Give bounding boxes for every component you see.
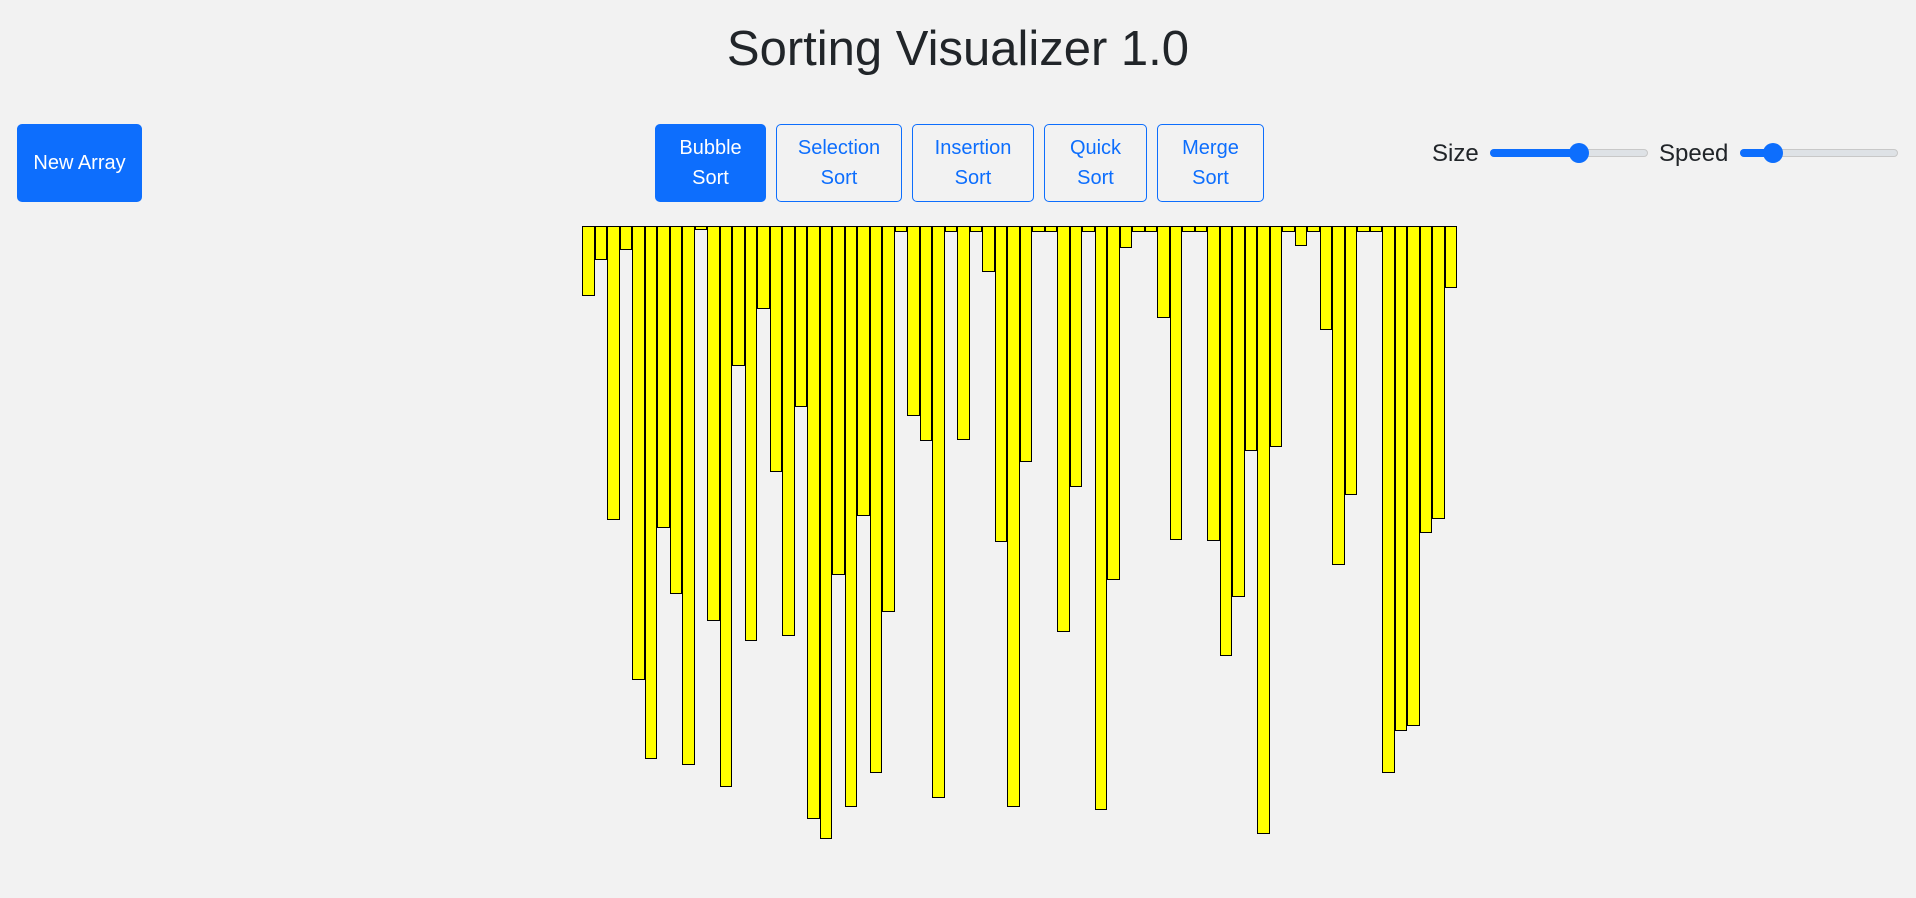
array-bar bbox=[844, 226, 857, 807]
bubble-sort-label-line1: Bubble bbox=[679, 137, 742, 159]
array-bar bbox=[582, 226, 595, 296]
array-bar bbox=[1057, 226, 1070, 632]
array-bar bbox=[869, 226, 882, 773]
size-slider-thumb[interactable] bbox=[1568, 143, 1589, 163]
array-bar bbox=[1294, 226, 1307, 246]
array-bar bbox=[594, 226, 607, 260]
speed-slider-thumb[interactable] bbox=[1763, 143, 1784, 163]
quick-sort-button[interactable]: Quick Sort bbox=[1044, 124, 1147, 202]
insertion-sort-label-line1: Insertion bbox=[934, 137, 1012, 159]
merge-sort-label-line1: Merge bbox=[1182, 137, 1239, 159]
array-bar bbox=[944, 226, 957, 232]
array-bar bbox=[882, 226, 895, 612]
array-bar bbox=[1107, 226, 1120, 580]
page-title: Sorting Visualizer 1.0 bbox=[726, 22, 1190, 76]
bubble-sort-label-line2: Sort bbox=[692, 167, 729, 189]
array-bar bbox=[607, 226, 620, 520]
array-bar bbox=[1319, 226, 1332, 330]
speed-slider[interactable] bbox=[1740, 143, 1898, 163]
array-bars-container bbox=[582, 226, 1457, 842]
array-bar bbox=[1094, 226, 1107, 810]
array-bar bbox=[632, 226, 645, 680]
array-bar bbox=[1007, 226, 1020, 807]
selection-sort-label-line2: Sort bbox=[820, 167, 858, 189]
array-bar bbox=[932, 226, 945, 798]
array-bar bbox=[719, 226, 732, 787]
speed-label: Speed bbox=[1659, 140, 1729, 167]
array-bar bbox=[1244, 226, 1257, 451]
array-bar bbox=[1307, 226, 1320, 232]
selection-sort-button[interactable]: Selection Sort bbox=[776, 124, 902, 202]
array-bar bbox=[1257, 226, 1270, 834]
quick-sort-label-line1: Quick bbox=[1069, 137, 1122, 159]
array-bar bbox=[832, 226, 845, 575]
array-bar bbox=[1182, 226, 1195, 232]
size-slider[interactable] bbox=[1490, 143, 1648, 163]
array-bar bbox=[1069, 226, 1082, 487]
array-bar bbox=[1019, 226, 1032, 462]
quick-sort-label-line2: Sort bbox=[1077, 167, 1114, 189]
bubble-sort-button[interactable]: Bubble Sort bbox=[655, 124, 766, 202]
merge-sort-button[interactable]: Merge Sort bbox=[1157, 124, 1264, 202]
array-bar bbox=[982, 226, 995, 272]
array-bar bbox=[807, 226, 820, 819]
array-bar bbox=[657, 226, 670, 528]
new-array-button[interactable]: New Array bbox=[17, 124, 142, 202]
array-bar bbox=[782, 226, 795, 636]
array-bar bbox=[819, 226, 832, 839]
array-bar bbox=[1132, 226, 1145, 232]
size-slider-fill bbox=[1490, 149, 1579, 157]
array-bar bbox=[1157, 226, 1170, 318]
array-bar bbox=[694, 226, 707, 230]
array-bar bbox=[1394, 226, 1407, 731]
array-bar bbox=[1119, 226, 1132, 248]
new-array-label: New Array bbox=[33, 152, 126, 174]
array-bar bbox=[1282, 226, 1295, 232]
size-label: Size bbox=[1432, 140, 1479, 167]
array-bar bbox=[619, 226, 632, 250]
array-bar bbox=[644, 226, 657, 759]
array-bar bbox=[669, 226, 682, 594]
array-bar bbox=[1357, 226, 1370, 232]
array-bar bbox=[1344, 226, 1357, 495]
array-bar bbox=[1432, 226, 1445, 519]
insertion-sort-label-line2: Sort bbox=[954, 167, 992, 189]
array-bar bbox=[1269, 226, 1282, 447]
array-bar bbox=[1444, 226, 1457, 288]
array-bar bbox=[1219, 226, 1232, 656]
array-bar bbox=[682, 226, 695, 765]
array-bar bbox=[707, 226, 720, 621]
array-bar bbox=[894, 226, 907, 232]
array-bar bbox=[1232, 226, 1245, 597]
array-bar bbox=[732, 226, 745, 366]
array-bar bbox=[1369, 226, 1382, 232]
array-bar bbox=[794, 226, 807, 407]
array-bar bbox=[907, 226, 920, 416]
array-bar bbox=[1169, 226, 1182, 540]
array-bar bbox=[1032, 226, 1045, 232]
array-bar bbox=[769, 226, 782, 472]
array-bar bbox=[919, 226, 932, 441]
array-bar bbox=[957, 226, 970, 440]
insertion-sort-button[interactable]: Insertion Sort bbox=[912, 124, 1034, 202]
array-bar bbox=[757, 226, 770, 309]
merge-sort-label-line2: Sort bbox=[1192, 167, 1229, 189]
array-bar bbox=[1332, 226, 1345, 565]
array-bar bbox=[1419, 226, 1432, 533]
array-bar bbox=[1082, 226, 1095, 232]
array-bar bbox=[969, 226, 982, 232]
array-bar bbox=[994, 226, 1007, 542]
array-bar bbox=[857, 226, 870, 516]
array-bar bbox=[744, 226, 757, 641]
array-bar bbox=[1044, 226, 1057, 232]
array-bar bbox=[1407, 226, 1420, 726]
selection-sort-label-line1: Selection bbox=[797, 137, 881, 159]
array-bar bbox=[1207, 226, 1220, 541]
array-bar bbox=[1382, 226, 1395, 773]
array-bar bbox=[1144, 226, 1157, 232]
array-bar bbox=[1194, 226, 1207, 232]
